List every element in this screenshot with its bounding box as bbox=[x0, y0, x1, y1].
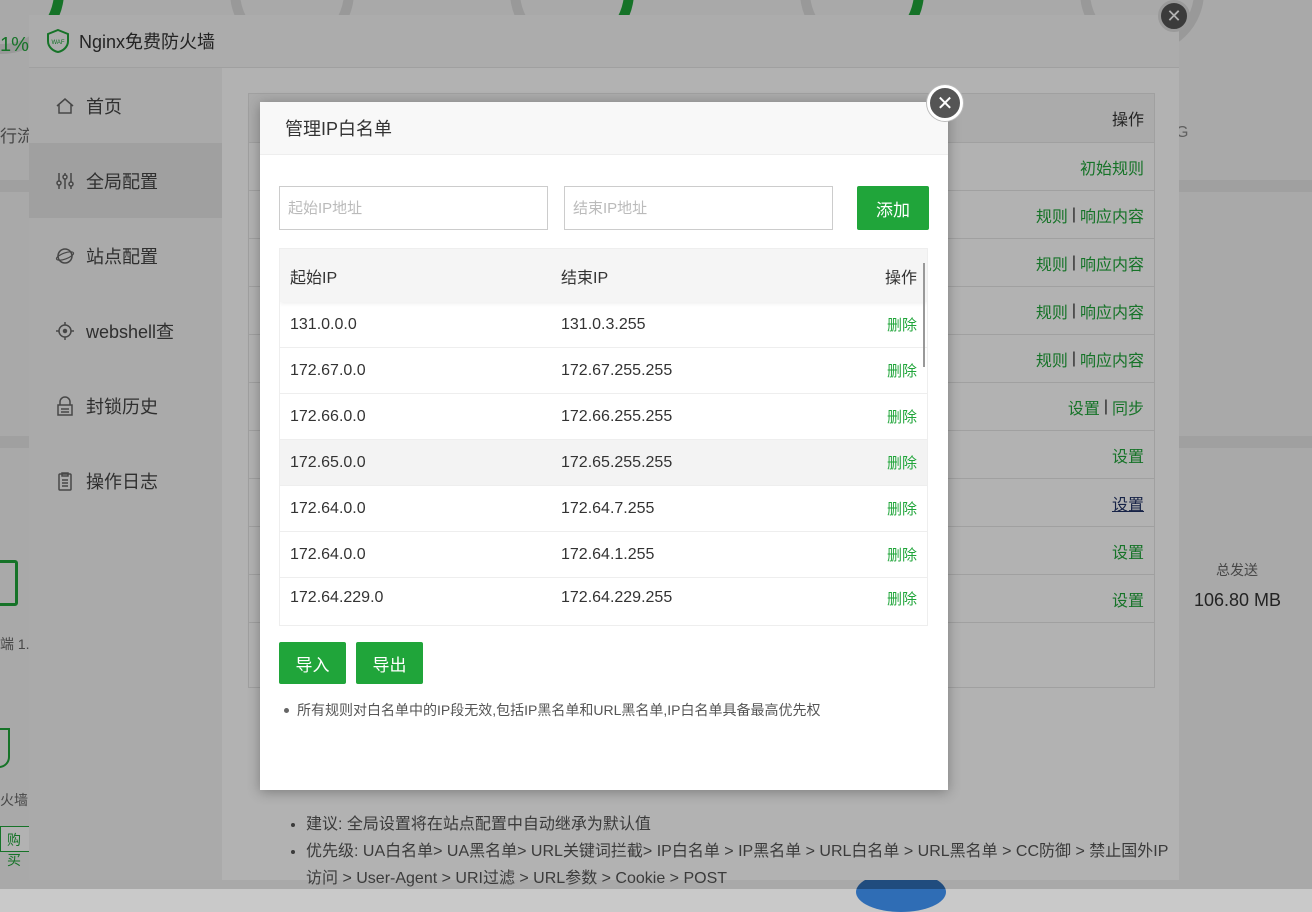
tip-text: 所有规则对白名单中的IP段无效,包括IP黑名单和URL黑名单,IP白名单具备最高… bbox=[297, 702, 821, 718]
start-ip-cell: 172.65.0.0 bbox=[290, 453, 366, 471]
add-button[interactable]: 添加 bbox=[857, 186, 929, 230]
start-ip-cell: 172.67.0.0 bbox=[290, 361, 366, 379]
export-button[interactable]: 导出 bbox=[356, 642, 423, 684]
table-row: 172.65.0.0 172.65.255.255 删除 bbox=[280, 440, 927, 486]
table-row: 172.64.0.0 172.64.7.255 删除 bbox=[280, 486, 927, 532]
start-ip-cell: 172.64.0.0 bbox=[290, 499, 366, 517]
start-ip-cell: 172.64.0.0 bbox=[290, 545, 366, 563]
import-button[interactable]: 导入 bbox=[279, 642, 346, 684]
close-icon: ✕ bbox=[936, 92, 954, 115]
table-header: 起始IP 结束IP 操作 bbox=[280, 249, 927, 302]
start-ip-cell: 131.0.0.0 bbox=[290, 315, 357, 333]
column-end-ip: 结束IP bbox=[561, 269, 609, 287]
end-ip-cell: 172.64.229.255 bbox=[561, 589, 673, 606]
dialog-title: 管理IP白名单 bbox=[285, 119, 393, 139]
table-row: 131.0.0.0 131.0.3.255 删除 bbox=[280, 302, 927, 348]
table-row: 172.66.0.0 172.66.255.255 删除 bbox=[280, 394, 927, 440]
dialog-close-button[interactable]: ✕ bbox=[927, 85, 963, 121]
end-ip-cell: 172.66.255.255 bbox=[561, 407, 673, 425]
column-start-ip: 起始IP bbox=[290, 269, 338, 287]
whitelist-tip: 所有规则对白名单中的IP段无效,包括IP黑名单和URL黑名单,IP白名单具备最高… bbox=[284, 700, 820, 720]
ip-whitelist-table: 起始IP 结束IP 操作 131.0.0.0 131.0.3.255 删除 17… bbox=[279, 248, 928, 626]
end-ip-cell: 172.67.255.255 bbox=[561, 361, 673, 379]
delete-link[interactable]: 删除 bbox=[851, 544, 927, 565]
dialog-header: 管理IP白名单 bbox=[260, 102, 948, 155]
delete-link[interactable]: 删除 bbox=[851, 406, 927, 427]
table-scrollbar[interactable] bbox=[923, 263, 925, 367]
end-ip-cell: 172.65.255.255 bbox=[561, 453, 673, 471]
table-row: 172.64.229.0 172.64.229.255 删除 bbox=[280, 578, 927, 618]
ip-whitelist-dialog: 管理IP白名单 ✕ 添加 起始IP 结束IP 操作 131.0.0.0 131.… bbox=[260, 85, 963, 790]
end-ip-cell: 131.0.3.255 bbox=[561, 315, 646, 333]
delete-link[interactable]: 删除 bbox=[851, 452, 927, 473]
start-ip-cell: 172.66.0.0 bbox=[290, 407, 366, 425]
end-ip-cell: 172.64.7.255 bbox=[561, 499, 655, 517]
table-row: 172.67.0.0 172.67.255.255 删除 bbox=[280, 348, 927, 394]
bullet-icon bbox=[284, 707, 289, 713]
end-ip-cell: 172.64.1.255 bbox=[561, 545, 655, 563]
table-row: 172.64.0.0 172.64.1.255 删除 bbox=[280, 532, 927, 578]
delete-link[interactable]: 删除 bbox=[851, 360, 927, 381]
delete-link[interactable]: 删除 bbox=[851, 314, 927, 335]
column-action: 操作 bbox=[884, 269, 917, 287]
delete-link[interactable]: 删除 bbox=[851, 588, 927, 609]
end-ip-input[interactable] bbox=[564, 186, 833, 230]
start-ip-input[interactable] bbox=[279, 186, 548, 230]
start-ip-cell: 172.64.229.0 bbox=[290, 589, 384, 606]
delete-link[interactable]: 删除 bbox=[851, 498, 927, 519]
